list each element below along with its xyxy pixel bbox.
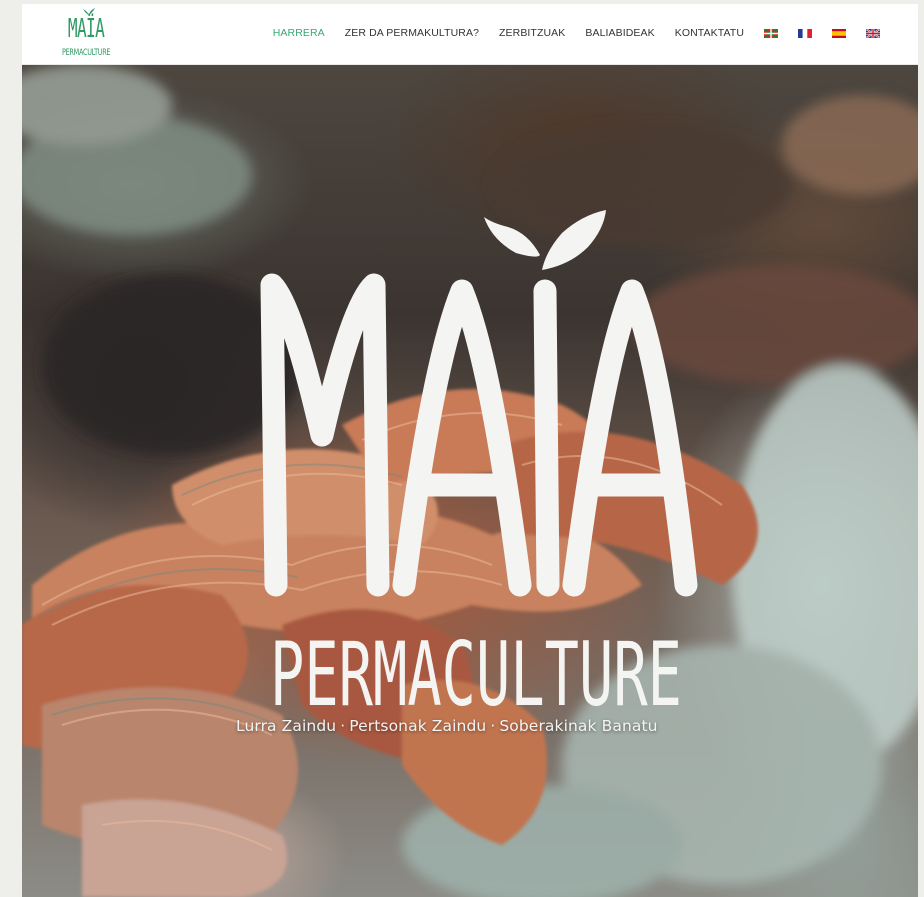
nav-item-zerbitzuak[interactable]: ZERBITZUAK	[499, 27, 565, 39]
nav-item-zer-da-permakultura[interactable]: ZER DA PERMAKULTURA?	[345, 27, 479, 39]
site-header: MAÏA PERMACULTURE HARRERA ZER DA PERMAKU…	[22, 4, 918, 65]
tagline-part-2: Pertsonak Zaindu	[349, 717, 487, 735]
logo-word: MAÏA	[67, 14, 105, 44]
tagline-part-1: Lurra Zaindu	[236, 717, 337, 735]
main-nav: HARRERA ZER DA PERMAKULTURA? ZERBITZUAK …	[253, 27, 880, 39]
svg-text:PERMACULTURE: PERMACULTURE	[270, 623, 682, 726]
hero-subtitle: PERMACULTURE	[270, 623, 682, 726]
nav-item-harrera[interactable]: HARRERA	[273, 27, 325, 39]
nav-item-baliabideak[interactable]: BALIABIDEAK	[585, 27, 654, 39]
tagline-separator: ·	[340, 717, 346, 735]
spanish-flag-icon[interactable]	[832, 28, 846, 38]
nav-item-kontaktatu[interactable]: KONTAKTATU	[675, 27, 744, 39]
hero-banner: PERMACULTURE Lurra Zaindu · Pertsonak Zain…	[22, 65, 918, 897]
logo-subtitle: PERMACULTURE	[62, 48, 111, 58]
french-flag-icon[interactable]	[798, 28, 812, 38]
tagline-part-3: Soberakinak Banatu	[499, 717, 658, 735]
tagline-separator: ·	[490, 717, 496, 735]
hero-tagline: Lurra Zaindu · Pertsonak Zaindu · Soberakina…	[236, 717, 658, 735]
uk-flag-icon[interactable]	[866, 28, 880, 38]
site-logo[interactable]: MAÏA PERMACULTURE	[60, 8, 116, 62]
page-frame: MAÏA PERMACULTURE HARRERA ZER DA PERMAKU…	[22, 4, 918, 897]
basque-flag-icon[interactable]	[764, 28, 778, 38]
